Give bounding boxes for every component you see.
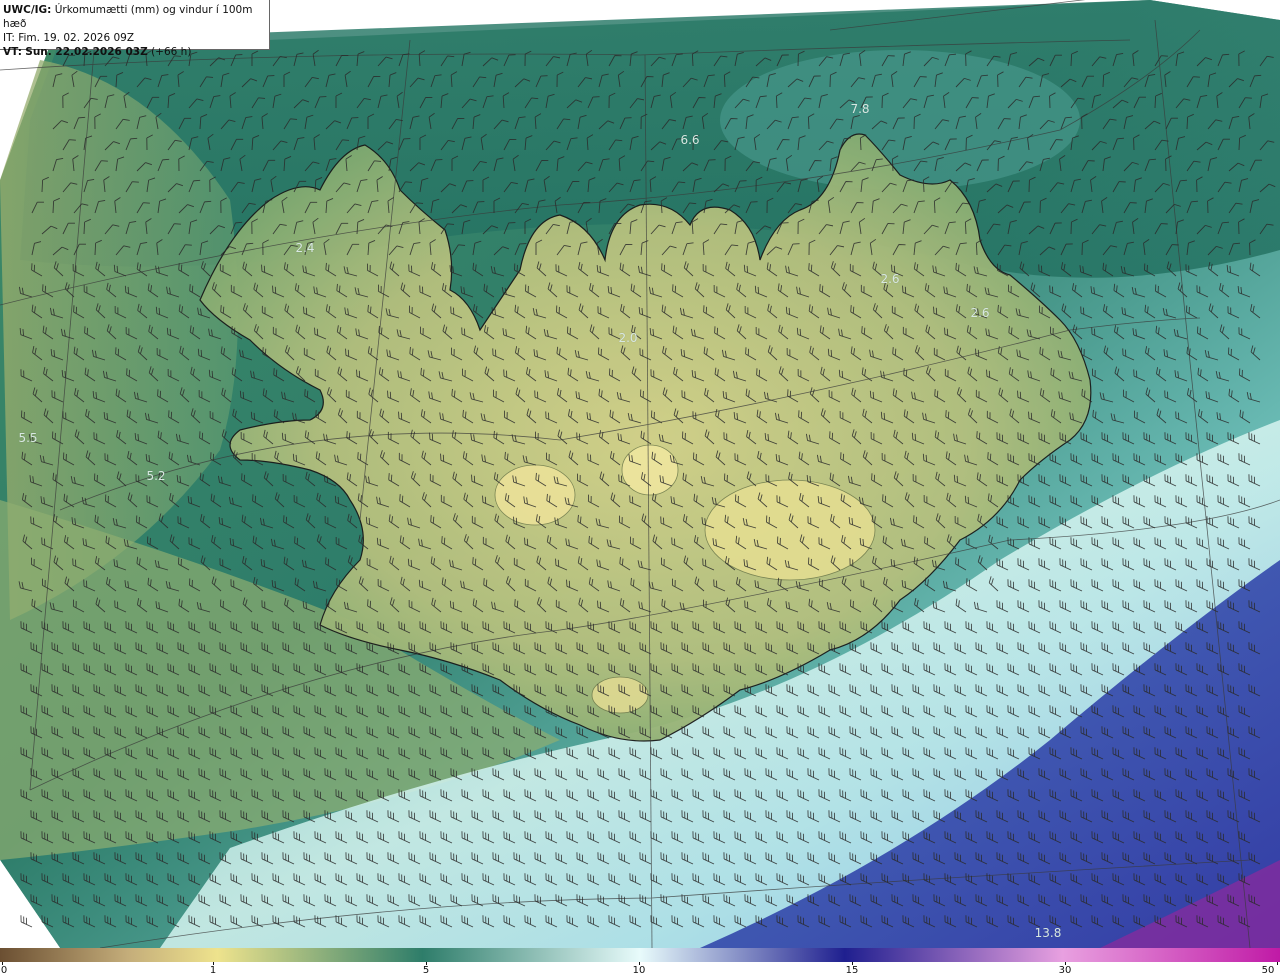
title-line: UWC/IG: Úrkomumætti (mm) og vindur í 100…	[3, 3, 266, 31]
lead-time: (+66 h)	[151, 46, 192, 58]
value-label: 5.5	[18, 431, 38, 445]
glacier-hofsjokull	[621, 444, 679, 496]
value-label: 6.6	[680, 133, 700, 147]
colorbar-ticks: 0 1 5 10 15 30 50	[0, 962, 1280, 978]
colorbar-tick: 5	[422, 965, 430, 976]
value-label: 2.6	[970, 306, 990, 320]
init-time: IT: Fim. 19. 02. 2026 09Z	[3, 32, 135, 44]
north-moist-region	[720, 50, 1080, 190]
glacier-vatnajokull	[704, 479, 876, 581]
colorbar-tick: 50	[1261, 965, 1275, 976]
value-label: 13.8	[1034, 926, 1062, 940]
value-label: 2.6	[880, 272, 900, 286]
colorbar-tick: 30	[1058, 965, 1072, 976]
model-label: UWC/IG:	[3, 4, 52, 16]
map-info-box: UWC/IG: Úrkomumætti (mm) og vindur í 100…	[0, 0, 270, 58]
value-label: 7.8	[850, 102, 870, 116]
colorbar-tick: 0	[0, 965, 8, 976]
colorbar-tick: 1	[209, 965, 217, 976]
valid-time-line: VT: Sun. 22.02.2026 03Z (+66 h)	[3, 45, 266, 59]
valid-time: Sun. 22.02.2026 03Z	[25, 46, 148, 58]
glacier-myrdalsjokull	[591, 676, 649, 714]
value-label: 5.2	[146, 469, 166, 483]
value-label: 2.0	[618, 331, 638, 345]
valid-label: VT:	[3, 46, 22, 58]
colorbar-tick: 15	[845, 965, 859, 976]
colorbar	[0, 948, 1280, 962]
precipitable-water-map	[0, 0, 1280, 948]
glacier-langjokull	[494, 464, 576, 526]
value-label: 2.4	[295, 241, 315, 255]
colorbar-tick: 10	[632, 965, 646, 976]
